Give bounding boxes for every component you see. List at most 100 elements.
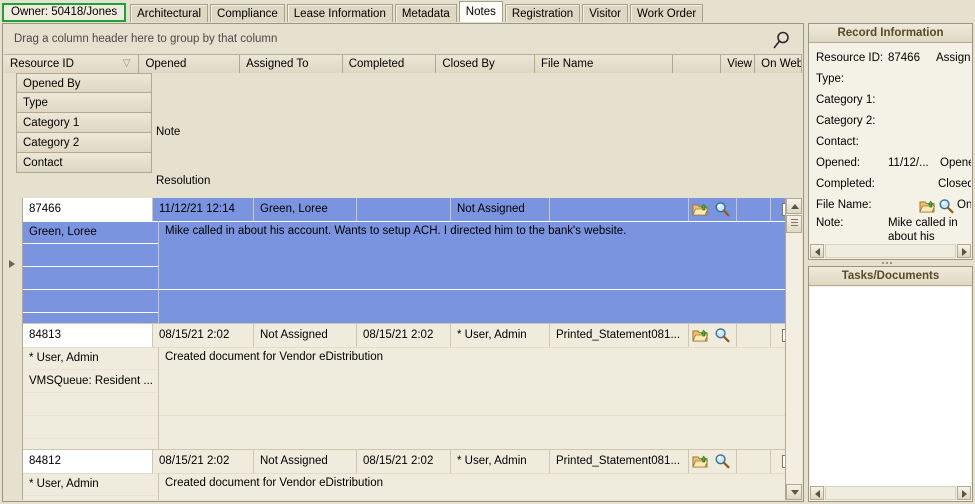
record-info-row-category-1: Category 1: [816, 90, 971, 111]
table-row[interactable]: 84813 08/15/21 2:02 Not Assigned 08/15/2… [23, 324, 785, 450]
column-header-view[interactable]: View [721, 55, 756, 73]
hscroll-track[interactable] [825, 486, 956, 500]
scroll-thumb[interactable] [786, 215, 802, 233]
tab-metadata[interactable]: Metadata [394, 4, 457, 22]
notes-grid-pane: Drag a column header here to group by th… [2, 23, 804, 502]
tab-architectural[interactable]: Architectural [130, 4, 209, 22]
scroll-down-button[interactable] [786, 484, 802, 500]
column-header-resource-id-label: Resource ID [10, 58, 74, 70]
record-info-extra-assigned: Assigned [936, 52, 971, 64]
record-info-label-category-2: Category 2: [816, 115, 876, 127]
detail-category-1 [23, 267, 158, 290]
record-summary-row[interactable]: 87466 11/12/21 12:14 Green, Loree Not As… [23, 198, 785, 221]
record-info-extra-opened: Opened [940, 157, 971, 169]
detail-category-1 [23, 393, 158, 416]
magnifier-icon[interactable] [938, 198, 954, 214]
detail-opened-by: * User, Admin [23, 473, 158, 496]
tab-compliance[interactable]: Compliance [210, 4, 285, 22]
scroll-up-button[interactable] [786, 198, 802, 214]
tab-visitor[interactable]: Visitor [582, 4, 628, 22]
records-area: 87466 11/12/21 12:14 Green, Loree Not As… [4, 198, 802, 500]
field-label-contact: Contact [16, 153, 152, 173]
cell-on-web[interactable] [771, 450, 785, 473]
field-label-opened-by: Opened By [16, 73, 152, 93]
panel-splitter-grip[interactable] [881, 261, 901, 266]
record-information-body: Resource ID: 87466 Assigned Type: Catego… [810, 44, 971, 244]
record-summary-row[interactable]: 84813 08/15/21 2:02 Not Assigned 08/15/2… [23, 324, 785, 347]
column-header-assigned-to[interactable]: Assigned To [240, 55, 343, 73]
detail-type: VMSQueue: Resident ... [23, 370, 158, 393]
column-header-opened[interactable]: Opened [139, 55, 241, 73]
tab-notes[interactable]: Notes [458, 1, 503, 22]
detail-category-2 [23, 290, 158, 313]
right-panels: Record Information Resource ID: 87466 As… [808, 23, 973, 502]
cell-actions[interactable] [689, 324, 737, 347]
magnifier-icon[interactable] [714, 453, 730, 469]
record-detail-left-fields: Green, Loree [23, 221, 159, 323]
search-icon[interactable] [770, 29, 794, 53]
record-information-hscrollbar[interactable] [810, 244, 971, 258]
column-header-on-web[interactable]: On Web [755, 55, 802, 73]
column-header-completed[interactable]: Completed [342, 55, 437, 73]
note-text: Mike called in about his account. Wants … [165, 225, 627, 237]
table-row[interactable]: 84812 08/15/21 2:02 Not Assigned 08/15/2… [23, 450, 785, 500]
cell-view[interactable] [737, 324, 771, 347]
magnifier-icon[interactable] [714, 327, 730, 343]
sort-descending-icon: ▽ [122, 58, 131, 69]
hscroll-right-button[interactable] [957, 486, 971, 500]
tab-registration[interactable]: Registration [504, 4, 581, 22]
column-header-file-name[interactable]: File Name [534, 55, 674, 73]
detail-field-values: Note Resolution [152, 73, 792, 198]
folder-upload-icon[interactable] [692, 327, 709, 343]
record-info-row-type: Type: [816, 69, 971, 90]
record-summary-row[interactable]: 84812 08/15/21 2:02 Not Assigned 08/15/2… [23, 450, 785, 473]
magnifier-icon[interactable] [714, 201, 730, 217]
column-header-closed-by[interactable]: Closed By [436, 55, 535, 73]
cell-completed [357, 198, 451, 221]
cell-actions[interactable] [689, 198, 737, 221]
record-detail-block: Green, Loree Mike called in about his ac… [23, 221, 785, 323]
row-indicator-gutter [4, 198, 23, 500]
cell-completed: 08/15/21 2:02 [357, 324, 451, 347]
cell-view[interactable] [737, 198, 771, 221]
cell-closed-by: Not Assigned [451, 198, 550, 221]
detail-type [23, 244, 158, 267]
hscroll-right-button[interactable] [957, 244, 971, 258]
tab-work-order[interactable]: Work Order [629, 4, 704, 22]
record-info-label-note: Note: [816, 217, 844, 229]
tab-lease-information[interactable]: Lease Information [286, 4, 393, 22]
detail-opened-by: Green, Loree [23, 221, 158, 244]
column-header-resource-id[interactable]: Resource ID ▽ [4, 55, 140, 73]
tasks-documents-body[interactable] [810, 287, 971, 486]
hscroll-left-button[interactable] [810, 244, 824, 258]
group-by-panel[interactable]: Drag a column header here to group by th… [4, 25, 802, 55]
tasks-documents-hscrollbar[interactable] [810, 486, 971, 500]
cell-on-web[interactable] [771, 198, 785, 221]
cell-view[interactable] [737, 450, 771, 473]
table-row[interactable]: 87466 11/12/21 12:14 Green, Loree Not As… [23, 198, 785, 324]
cell-on-web[interactable] [771, 324, 785, 347]
hscroll-track[interactable] [825, 244, 956, 258]
column-header-icons[interactable] [673, 55, 722, 73]
record-information-panel: Record Information Resource ID: 87466 As… [808, 23, 973, 260]
tab-owner[interactable]: Owner: 50418/Jones [2, 3, 127, 22]
group-by-hint: Drag a column header here to group by th… [14, 33, 278, 45]
folder-upload-icon[interactable] [919, 198, 936, 214]
hscroll-left-button[interactable] [810, 486, 824, 500]
folder-upload-icon[interactable] [692, 201, 709, 217]
field-value-type: Note [156, 126, 181, 138]
notes-screen: Owner: 50418/Jones Architectural Complia… [0, 0, 975, 504]
record-detail-left-fields: * User, Admin VMSQueue: Resident ... [23, 347, 159, 449]
record-info-label-completed: Completed: [816, 178, 875, 190]
record-info-value-note: Mike called in about his [888, 217, 958, 243]
record-note-body: Created document for Vendor eDistributio… [159, 473, 785, 489]
records-vertical-scrollbar[interactable] [785, 198, 802, 500]
cell-closed-by: * User, Admin [451, 450, 550, 473]
detail-field-labels: Opened By Type Category 1 Category 2 Con… [16, 73, 152, 198]
record-note-body: Mike called in about his account. Wants … [159, 221, 785, 290]
field-value-resolution: Resolution [156, 175, 211, 187]
cell-file-name: Printed_Statement081... [550, 324, 689, 347]
folder-upload-icon[interactable] [692, 453, 709, 469]
cell-actions[interactable] [689, 450, 737, 473]
record-info-row-resource-id: Resource ID: 87466 Assigned [816, 48, 971, 69]
